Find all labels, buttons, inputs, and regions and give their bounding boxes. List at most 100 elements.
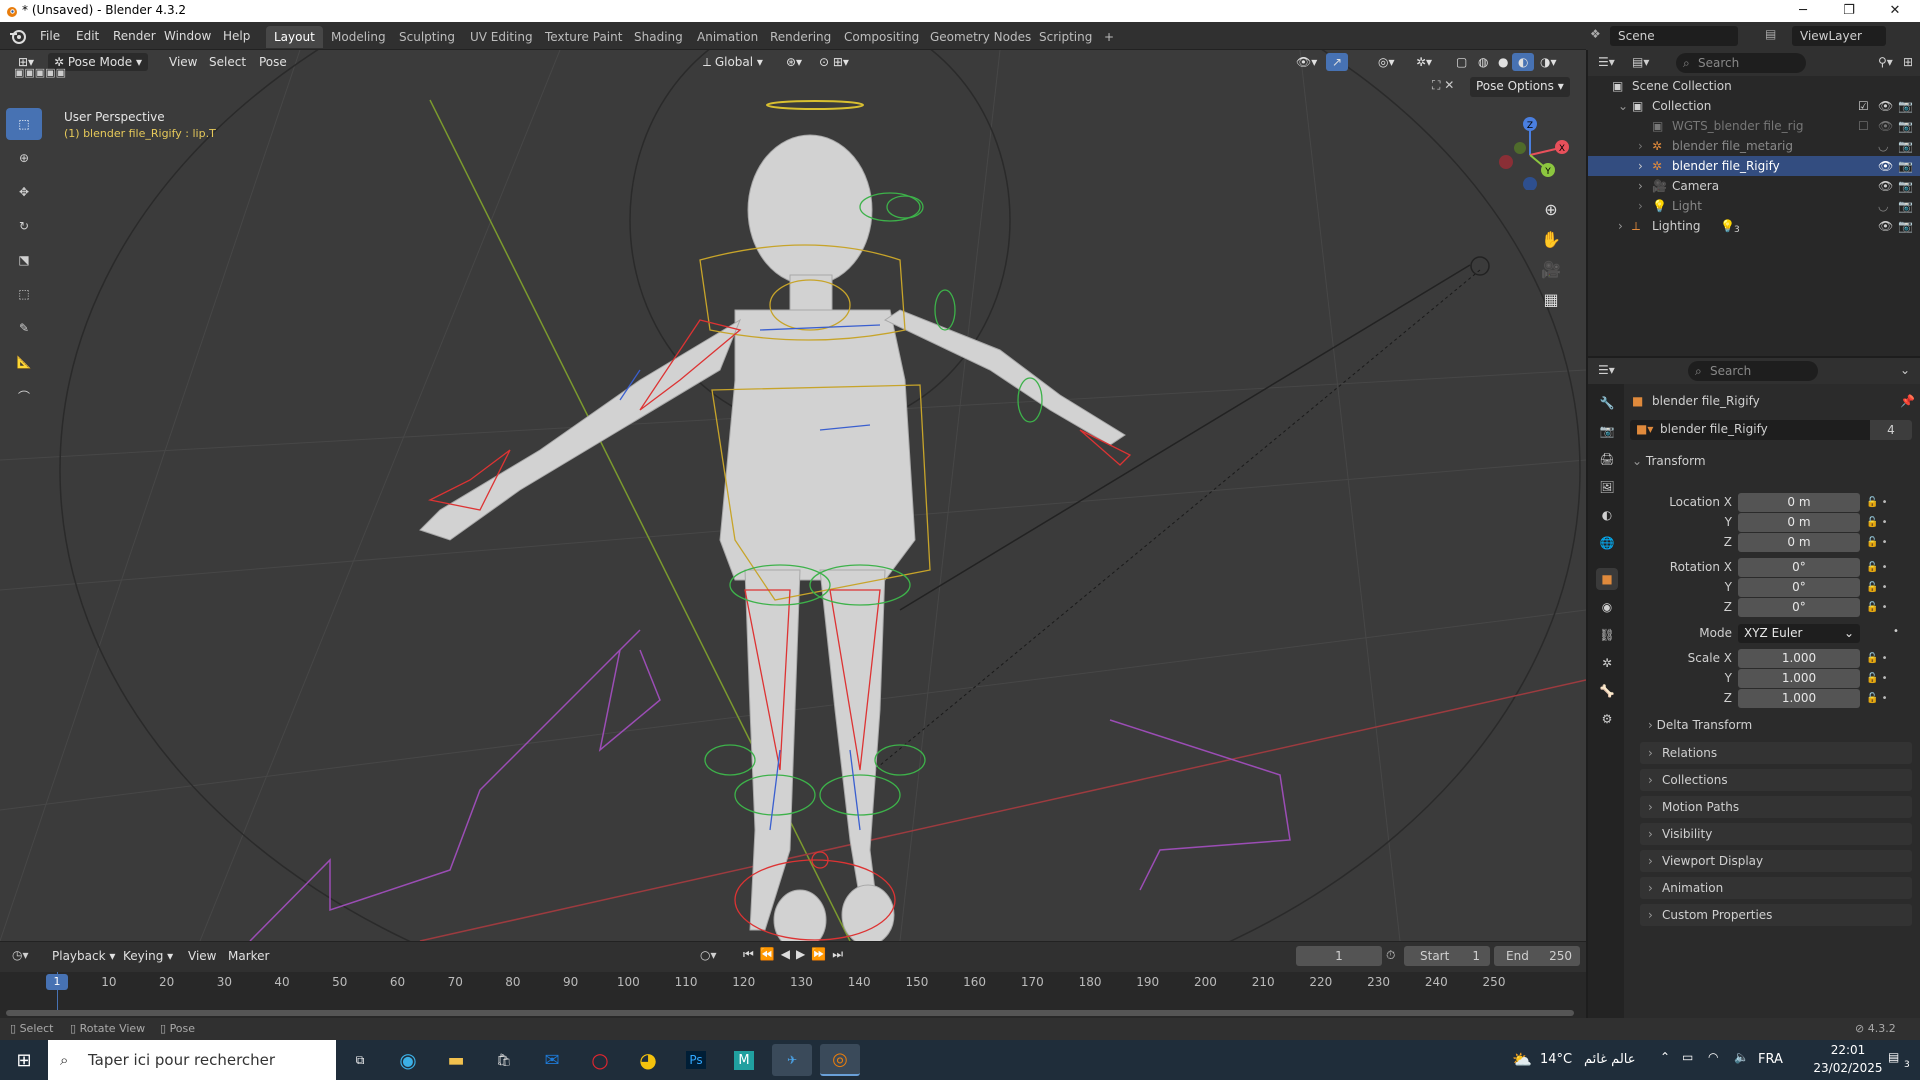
section-animation[interactable]: › Animation	[1640, 877, 1912, 899]
annotate-tool-icon[interactable]: ✎	[6, 312, 42, 344]
outliner-row-metarig[interactable]: › ✲ blender file_metarig ◡ 📷	[1588, 136, 1920, 156]
tab-compositing[interactable]: Compositing	[836, 26, 927, 48]
section-motion-paths[interactable]: › Motion Paths	[1640, 796, 1912, 818]
eye-icon[interactable]: 👁	[1878, 176, 1893, 196]
pan-hand-icon[interactable]: ✋	[1538, 225, 1564, 255]
rendered-shading-icon[interactable]: ◑▾	[1534, 53, 1563, 71]
menu-marker[interactable]: Marker	[222, 947, 275, 965]
end-frame-field[interactable]: End 250	[1494, 946, 1580, 966]
tab-sculpting[interactable]: Sculpting	[391, 26, 463, 48]
location-z-field[interactable]: 0 m	[1738, 533, 1860, 552]
mixamo-icon[interactable]: M	[724, 1044, 764, 1076]
xray-icon[interactable]: ▢	[1450, 53, 1473, 71]
auto-keying-icon[interactable]: ○▾	[700, 948, 717, 962]
orientation-selector[interactable]: ⟂ Global ▾	[697, 53, 769, 71]
camera-render-icon[interactable]: 📷	[1898, 116, 1913, 136]
outliner-row-light[interactable]: › 💡 Light ◡ 📷	[1588, 196, 1920, 216]
bone-constraint-tab-icon[interactable]: ⚙	[1596, 708, 1618, 730]
measure-tool-icon[interactable]: 📐	[6, 346, 42, 378]
close-button[interactable]: ✕	[1872, 0, 1918, 22]
chevron-down-icon[interactable]: ⌄	[1900, 363, 1910, 377]
outliner-editor-icon[interactable]: ☰▾	[1598, 55, 1615, 69]
new-collection-icon[interactable]: ⊞	[1903, 55, 1913, 69]
scale-lock-icons[interactable]: 🔓 • 🔓 • 🔓 •	[1866, 649, 1912, 709]
tab-uv-editing[interactable]: UV Editing	[462, 26, 541, 48]
current-frame-field[interactable]: 1	[1296, 946, 1382, 966]
timeline-area[interactable]: 1 10 20 30 40 50 60 70 80 90 100 110 120 130 140 150 16…	[0, 972, 1586, 1019]
file-explorer-icon[interactable]: ▬	[436, 1044, 476, 1076]
blender-taskbar-icon[interactable]: ◎	[820, 1044, 860, 1076]
tool-tab-icon[interactable]: 🔧	[1596, 392, 1618, 414]
playhead[interactable]: 1	[46, 974, 68, 990]
output-tab-icon[interactable]: 🖨	[1596, 448, 1618, 470]
menu-select[interactable]: Select	[203, 53, 252, 71]
battery-icon[interactable]: ▭	[1682, 1050, 1693, 1064]
weather-text[interactable]: عالم غائم	[1584, 1052, 1636, 1067]
object-tab-icon[interactable]: ■	[1596, 568, 1618, 590]
menu-help[interactable]: Help	[217, 27, 256, 45]
notification-icon[interactable]: ▤	[1888, 1050, 1899, 1064]
navigation-gizmo[interactable]: Z X Y	[1490, 110, 1570, 191]
visibility-icon[interactable]: 👁▾	[1290, 53, 1323, 71]
display-mode-icon[interactable]: ▤▾	[1632, 55, 1649, 69]
section-visibility[interactable]: › Visibility	[1640, 823, 1912, 845]
input-language[interactable]: FRA	[1758, 1052, 1783, 1067]
start-frame-field[interactable]: Start 1	[1404, 946, 1490, 966]
camera-render-icon[interactable]: 📷	[1898, 156, 1913, 176]
windows-start-icon[interactable]: ⊞	[4, 1044, 44, 1076]
ortho-grid-icon[interactable]: ▦	[1538, 285, 1564, 315]
outliner-row-camera[interactable]: › 🎥 Camera 👁 📷	[1588, 176, 1920, 196]
chevron-right-icon[interactable]: ›	[1638, 196, 1643, 216]
menu-playback[interactable]: Playback ▾	[46, 947, 121, 965]
object-datablock-field[interactable]: ■▾ blender file_Rigify 4	[1630, 420, 1912, 440]
pose-options-button[interactable]: Pose Options ▾	[1470, 77, 1570, 97]
edge-icon[interactable]: ◉	[388, 1044, 428, 1076]
xray-toggle-icon[interactable]: ⛶ ✕	[1432, 78, 1454, 93]
camera-render-icon[interactable]: 📷	[1898, 176, 1913, 196]
outliner-row-lighting[interactable]: › ⟂ Lighting 💡 3 👁 📷	[1588, 216, 1920, 236]
menu-pose[interactable]: Pose	[253, 53, 293, 71]
3d-viewport[interactable]: ⊞▾ ✲ Pose Mode ▾ View Select Pose ⟂ Glob…	[0, 50, 1586, 941]
clock-date[interactable]: 23/02/2025	[1808, 1061, 1888, 1075]
tab-modeling[interactable]: Modeling	[323, 26, 394, 48]
outlook-icon[interactable]: ✉	[532, 1044, 572, 1076]
scene-selector[interactable]: Scene	[1610, 26, 1738, 46]
filter-icon[interactable]: ⚲▾	[1878, 55, 1893, 69]
section-collections[interactable]: › Collections	[1640, 769, 1912, 791]
section-viewport-display[interactable]: › Viewport Display	[1640, 850, 1912, 872]
bone-tab-icon[interactable]: 🦴	[1596, 680, 1618, 702]
bone-overlay-icon[interactable]: ✲▾	[1410, 53, 1438, 71]
outliner-search-input[interactable]: ⌕ Search	[1676, 53, 1806, 73]
render-tab-icon[interactable]: 📷	[1596, 420, 1618, 442]
cursor-tool-icon[interactable]: ⊕	[6, 142, 42, 174]
location-y-field[interactable]: 0 m	[1738, 513, 1860, 532]
menu-timeline-view[interactable]: View	[182, 947, 222, 965]
checkbox-icon[interactable]: ☑	[1858, 96, 1869, 116]
store-icon[interactable]: 🛍	[484, 1044, 524, 1076]
constraints-tab-icon[interactable]: ⛓	[1596, 624, 1618, 646]
camera-view-icon[interactable]: 🎥	[1538, 255, 1564, 285]
pin-icon[interactable]: 📌	[1900, 394, 1915, 408]
taskbar-search-input[interactable]: ⌕ Taper ici pour rechercher	[48, 1040, 336, 1080]
rotate-tool-icon[interactable]: ↻	[6, 210, 42, 242]
rotation-y-field[interactable]: 0°	[1738, 578, 1860, 597]
camera-render-icon[interactable]: 📷	[1898, 216, 1913, 236]
outliner-row-scene-collection[interactable]: ▣ Scene Collection	[1588, 76, 1920, 96]
chevron-right-icon[interactable]: ›	[1638, 176, 1643, 196]
tab-layout[interactable]: Layout	[266, 26, 323, 48]
armature-data-tab-icon[interactable]: ✲	[1596, 652, 1618, 674]
weather-temp[interactable]: 14°C	[1540, 1052, 1572, 1067]
section-relations[interactable]: › Relations	[1640, 742, 1912, 764]
delta-transform-subpanel[interactable]: › Delta Transform	[1648, 718, 1752, 732]
eye-hidden-icon[interactable]: ◡	[1878, 136, 1888, 156]
tab-texture-paint[interactable]: Texture Paint	[537, 26, 630, 48]
menu-keying[interactable]: Keying ▾	[117, 947, 179, 965]
gizmo-toggle-icon[interactable]: ↗	[1326, 53, 1349, 71]
app-icon[interactable]: ✈	[772, 1044, 812, 1076]
wifi-icon[interactable]: ◠	[1708, 1050, 1718, 1064]
playback-controls[interactable]: ⏮⏪◀▶⏩⏭	[743, 947, 849, 962]
properties-search-input[interactable]: ⌕ Search	[1688, 361, 1818, 381]
camera-render-icon[interactable]: 📷	[1898, 96, 1913, 116]
minimize-button[interactable]: ─	[1780, 0, 1826, 22]
transform-panel-header[interactable]: ⌄ Transform	[1632, 454, 1706, 468]
